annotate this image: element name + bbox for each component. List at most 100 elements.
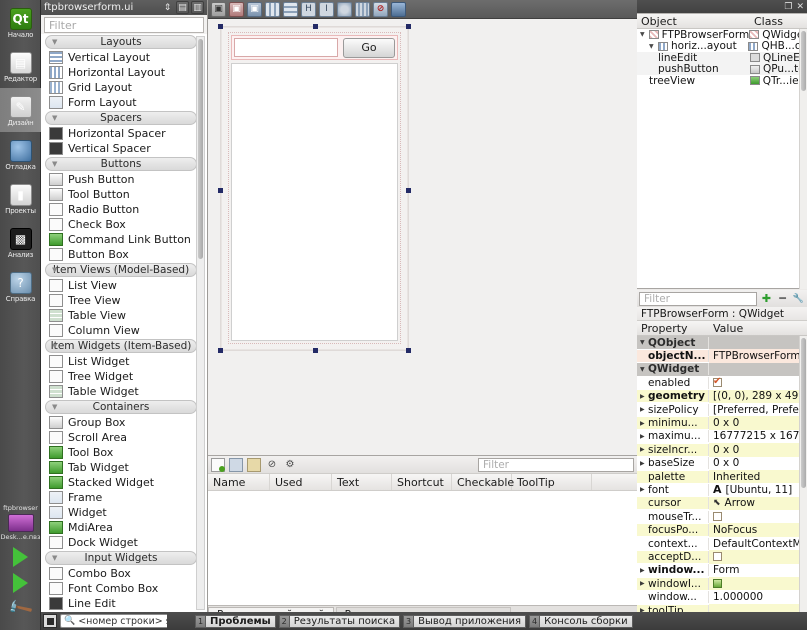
property-row[interactable]: ▶ window... Form bbox=[637, 563, 799, 578]
chevron-right-icon[interactable]: ▶ bbox=[640, 446, 646, 453]
line-edit-widget[interactable] bbox=[234, 38, 338, 57]
widget-box-scroll-thumb[interactable] bbox=[198, 39, 203, 259]
widget-item[interactable]: MdiArea bbox=[41, 520, 207, 535]
output-pane-button[interactable]: 2 Результаты поиска bbox=[278, 614, 401, 628]
widget-category-header[interactable]: ▼ Spacers bbox=[45, 111, 197, 125]
widget-item[interactable]: Table View bbox=[41, 308, 207, 323]
widget-item[interactable]: List Widget bbox=[41, 354, 207, 369]
remove-icon[interactable]: ━ bbox=[776, 292, 789, 305]
edit-widgets-icon[interactable]: ▣ bbox=[211, 1, 226, 17]
property-row[interactable]: objectN... FTPBrowserForm bbox=[637, 349, 799, 363]
resize-handle-tl[interactable] bbox=[218, 24, 223, 29]
chevron-updown-icon[interactable]: ⇕ bbox=[161, 1, 174, 14]
adjust-size-icon[interactable] bbox=[391, 1, 406, 17]
object-tree-row[interactable]: pushButton QPu...to bbox=[637, 63, 807, 75]
property-row[interactable]: ▶ baseSize 0 x 0 bbox=[637, 456, 799, 470]
kit-icon[interactable] bbox=[7, 514, 34, 532]
mode-design-brush[interactable]: ✎ Дизайн bbox=[0, 88, 41, 132]
property-row[interactable]: palette Inherited bbox=[637, 469, 799, 484]
property-group-row[interactable]: ▼ QWidget bbox=[637, 362, 799, 377]
layout-form-icon[interactable] bbox=[337, 1, 352, 17]
action-column-header[interactable]: Text bbox=[332, 474, 392, 490]
widget-box-scrollbar[interactable] bbox=[196, 36, 205, 610]
property-row[interactable]: enabled bbox=[637, 376, 799, 390]
mode-editor[interactable]: ▤ Редактор bbox=[0, 44, 41, 88]
property-filter-input[interactable]: Filter bbox=[639, 291, 757, 306]
form-canvas[interactable]: Go bbox=[208, 19, 637, 455]
checkbox-unchecked-icon[interactable] bbox=[713, 512, 722, 522]
widget-item[interactable]: Tab Widget bbox=[41, 460, 207, 475]
mode-help-question[interactable]: ? Справка bbox=[0, 264, 41, 308]
widget-item[interactable]: Radio Button bbox=[41, 202, 207, 217]
widget-item[interactable]: Font Combo Box bbox=[41, 581, 207, 596]
tree-view-widget[interactable] bbox=[231, 63, 398, 341]
checkbox-unchecked-icon[interactable] bbox=[713, 552, 722, 562]
action-column-header[interactable]: ToolTip bbox=[512, 474, 592, 490]
object-column-header[interactable]: Object bbox=[637, 14, 750, 28]
layout-vertically-icon[interactable] bbox=[283, 1, 298, 17]
widget-item[interactable]: Frame bbox=[41, 490, 207, 505]
resize-handle-tr[interactable] bbox=[406, 24, 411, 29]
widget-item[interactable]: Push Button bbox=[41, 172, 207, 187]
locator-filter-icon[interactable] bbox=[43, 614, 57, 628]
edit-signals-slots-icon[interactable]: ▣ bbox=[229, 1, 244, 17]
property-row[interactable]: ▶ sizeIncr... 0 x 0 bbox=[637, 443, 799, 457]
property-value-cell[interactable]: NoFocus bbox=[709, 523, 799, 537]
expander-icon[interactable]: ▼ bbox=[640, 31, 646, 38]
property-row[interactable]: context... DefaultContextMenu bbox=[637, 536, 799, 551]
output-pane-button[interactable]: 1 Проблемы bbox=[195, 614, 276, 628]
action-editor-filter[interactable]: Filter bbox=[478, 457, 634, 472]
property-value-cell[interactable]: ⬉ Arrow bbox=[709, 496, 799, 511]
object-column-header[interactable]: Class bbox=[750, 14, 807, 28]
action-editor-rows[interactable] bbox=[208, 491, 637, 605]
delete-icon[interactable]: ⊘ bbox=[265, 458, 279, 472]
build-button[interactable]: 🔨 bbox=[6, 595, 36, 624]
property-row[interactable]: cursor ⬉ Arrow bbox=[637, 496, 799, 511]
layout-horizontally-icon[interactable] bbox=[265, 1, 280, 17]
widget-item[interactable]: Stacked Widget bbox=[41, 475, 207, 490]
widget-item[interactable]: Vertical Layout bbox=[41, 50, 207, 65]
chevron-down-icon[interactable]: ▼ bbox=[640, 366, 646, 373]
widget-item[interactable]: Column View bbox=[41, 323, 207, 338]
expander-icon[interactable]: ▼ bbox=[649, 43, 655, 50]
project-kit-selector[interactable]: ftpbrowser Desk...e.пвз 🔨 bbox=[0, 500, 41, 630]
layout-grid-icon[interactable] bbox=[355, 1, 370, 17]
object-inspector-tree[interactable]: ▼ FTPBrowserForm QWidget ▼ horiz...ayout QHB.… bbox=[637, 29, 807, 289]
property-value-cell[interactable] bbox=[709, 550, 799, 564]
property-value-cell[interactable]: 16777215 x 16777215 bbox=[709, 429, 799, 444]
widget-category-header[interactable]: ▼ Buttons bbox=[45, 157, 197, 171]
property-row[interactable]: ▶ windowI... bbox=[637, 577, 799, 591]
resize-handle-tc[interactable] bbox=[313, 24, 318, 29]
widget-category-header[interactable]: ▼ Input Widgets bbox=[45, 551, 197, 565]
property-value-cell[interactable]: [Preferred, Preferr... bbox=[709, 402, 799, 417]
chevron-right-icon[interactable]: ▶ bbox=[640, 420, 646, 427]
resize-handle-bl[interactable] bbox=[218, 348, 223, 353]
resize-handle-ml[interactable] bbox=[218, 188, 223, 193]
chevron-down-icon[interactable]: ▼ bbox=[640, 339, 646, 346]
settings-icon[interactable]: ⚙ bbox=[283, 458, 297, 472]
property-value-cell[interactable]: FTPBrowserForm bbox=[709, 349, 799, 363]
form-widget[interactable]: Go bbox=[218, 24, 411, 353]
property-row[interactable]: acceptD... bbox=[637, 550, 799, 564]
mode-debug-bug[interactable]: Отладка bbox=[0, 132, 41, 176]
property-value-cell[interactable]: A [Ubuntu, 11] bbox=[709, 483, 799, 497]
widget-item[interactable]: Horizontal Spacer bbox=[41, 126, 207, 141]
widget-item[interactable]: Form Layout bbox=[41, 95, 207, 110]
chevron-right-icon[interactable]: ▶ bbox=[640, 460, 646, 467]
horizontal-layout-container[interactable]: Go bbox=[231, 35, 398, 60]
property-row[interactable]: window... 1.000000 bbox=[637, 590, 799, 604]
mode-projects-folder[interactable]: ▮ Проекты bbox=[0, 176, 41, 220]
resize-handle-br[interactable] bbox=[406, 348, 411, 353]
widget-box-filter[interactable]: Filter bbox=[44, 17, 204, 33]
widget-box-list[interactable]: ▼ Layouts Vertical Layout Horizontal Layout… bbox=[41, 34, 207, 612]
run-button[interactable] bbox=[6, 544, 36, 570]
property-row[interactable]: ▶sizePolicy [Preferred, Preferr... bbox=[637, 402, 799, 417]
property-row[interactable]: ▶geometry [(0, 0), 289 x 499] bbox=[637, 389, 799, 403]
debug-button[interactable] bbox=[6, 570, 36, 596]
property-row[interactable]: ▶maximu... 16777215 x 16777215 bbox=[637, 429, 799, 444]
property-row[interactable]: ▶ font A [Ubuntu, 11] bbox=[637, 483, 799, 497]
widget-item[interactable]: Tool Button bbox=[41, 187, 207, 202]
property-value-cell[interactable]: Inherited bbox=[709, 469, 799, 484]
widget-category-header[interactable]: ▼ Item Views (Model-Based) bbox=[45, 263, 197, 277]
property-editor-rows[interactable]: ▼ QObject objectN... FTPBrowserForm ▼ QWidget… bbox=[637, 336, 799, 616]
